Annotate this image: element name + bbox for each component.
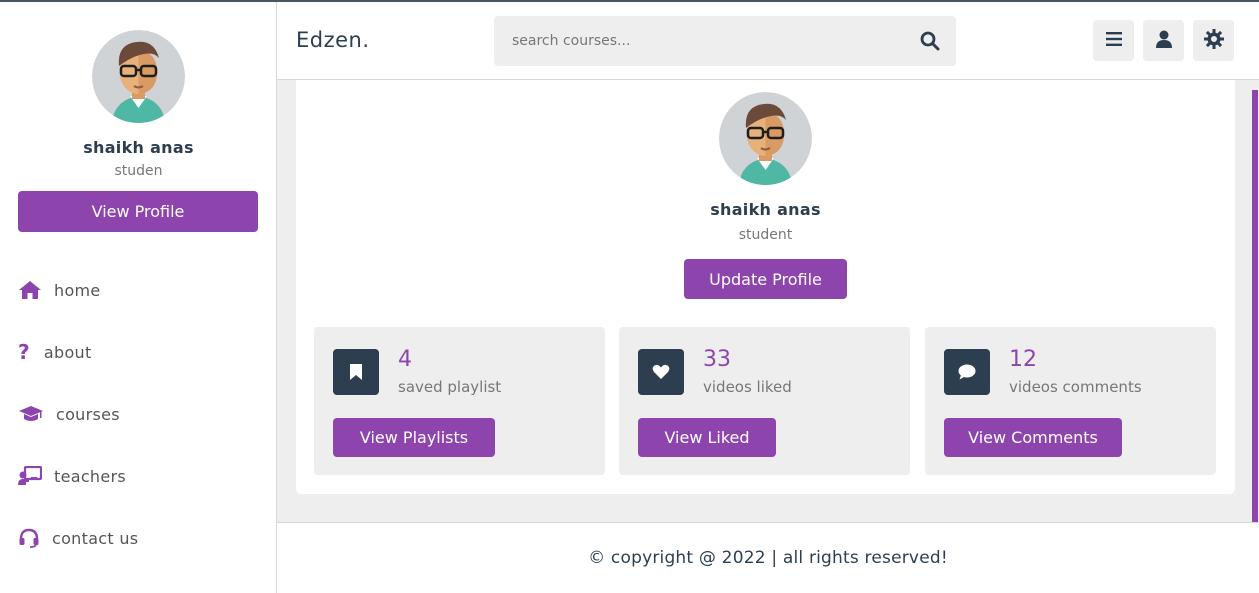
avatar (719, 92, 812, 185)
sidebar-item-label: courses (56, 404, 120, 424)
top-header: Edzen. (277, 2, 1259, 80)
user-button[interactable] (1143, 20, 1184, 61)
sidebar-item-about[interactable]: ? about (18, 339, 92, 365)
sidebar-item-contact-us[interactable]: contact us (18, 525, 138, 551)
sidebar-user-name: shaikh anas (83, 138, 194, 157)
view-liked-button[interactable]: View Liked (638, 418, 776, 457)
search-input[interactable] (494, 16, 894, 66)
sidebar-item-courses[interactable]: courses (18, 401, 120, 427)
chalkboard-teacher-icon (18, 466, 42, 486)
bookmark-icon (333, 349, 379, 395)
sidebar-item-label: contact us (52, 528, 139, 548)
sidebar-item-label: home (54, 280, 101, 300)
view-playlists-button[interactable]: View Playlists (333, 418, 495, 457)
view-profile-button[interactable]: View Profile (18, 191, 258, 232)
copyright-text: © copyright @ 2022 | all rights reserved… (588, 548, 948, 568)
scrollbar[interactable] (1252, 90, 1258, 522)
menu-button[interactable] (1093, 20, 1134, 61)
stat-count: 33 (703, 347, 731, 372)
stat-label: videos comments (1009, 378, 1142, 396)
update-profile-button[interactable]: Update Profile (684, 259, 847, 299)
settings-icon (1203, 28, 1224, 53)
question-icon: ? (18, 340, 30, 364)
stat-label: videos liked (703, 378, 792, 396)
menu-icon (1105, 31, 1122, 50)
headset-icon (18, 528, 40, 548)
stat-count: 12 (1009, 347, 1037, 372)
graduation-cap-icon (18, 405, 44, 423)
user-icon (1155, 30, 1172, 52)
sidebar-item-teachers[interactable]: teachers (18, 463, 126, 489)
sidebar-item-home[interactable]: home (18, 277, 101, 303)
stat-box-videos-comments: 12 videos comments View Comments (925, 327, 1216, 475)
comment-icon (944, 349, 990, 395)
view-comments-button[interactable]: View Comments (944, 418, 1122, 457)
search-icon[interactable] (920, 31, 940, 51)
stat-count: 4 (398, 347, 412, 372)
profile-card: shaikh anas student Update Profile 4 sav… (296, 80, 1235, 494)
sidebar-user-role: studen (114, 163, 163, 179)
stat-label: saved playlist (398, 378, 502, 396)
heart-icon (638, 349, 684, 395)
footer: © copyright @ 2022 | all rights reserved… (277, 522, 1259, 593)
theme-toggle-button[interactable] (1193, 20, 1234, 61)
stat-box-videos-liked: 33 videos liked View Liked (619, 327, 910, 475)
search-form (494, 16, 956, 66)
stat-box-saved-playlist: 4 saved playlist View Playlists (314, 327, 605, 475)
avatar (92, 30, 185, 123)
sidebar: shaikh anas studen View Profile home ? a… (0, 2, 277, 593)
logo[interactable]: Edzen. (296, 28, 370, 52)
sidebar-item-label: about (43, 342, 92, 362)
profile-name: shaikh anas (710, 200, 821, 219)
home-icon (18, 280, 42, 300)
sidebar-item-label: teachers (54, 466, 127, 486)
profile-role: student (738, 227, 793, 243)
